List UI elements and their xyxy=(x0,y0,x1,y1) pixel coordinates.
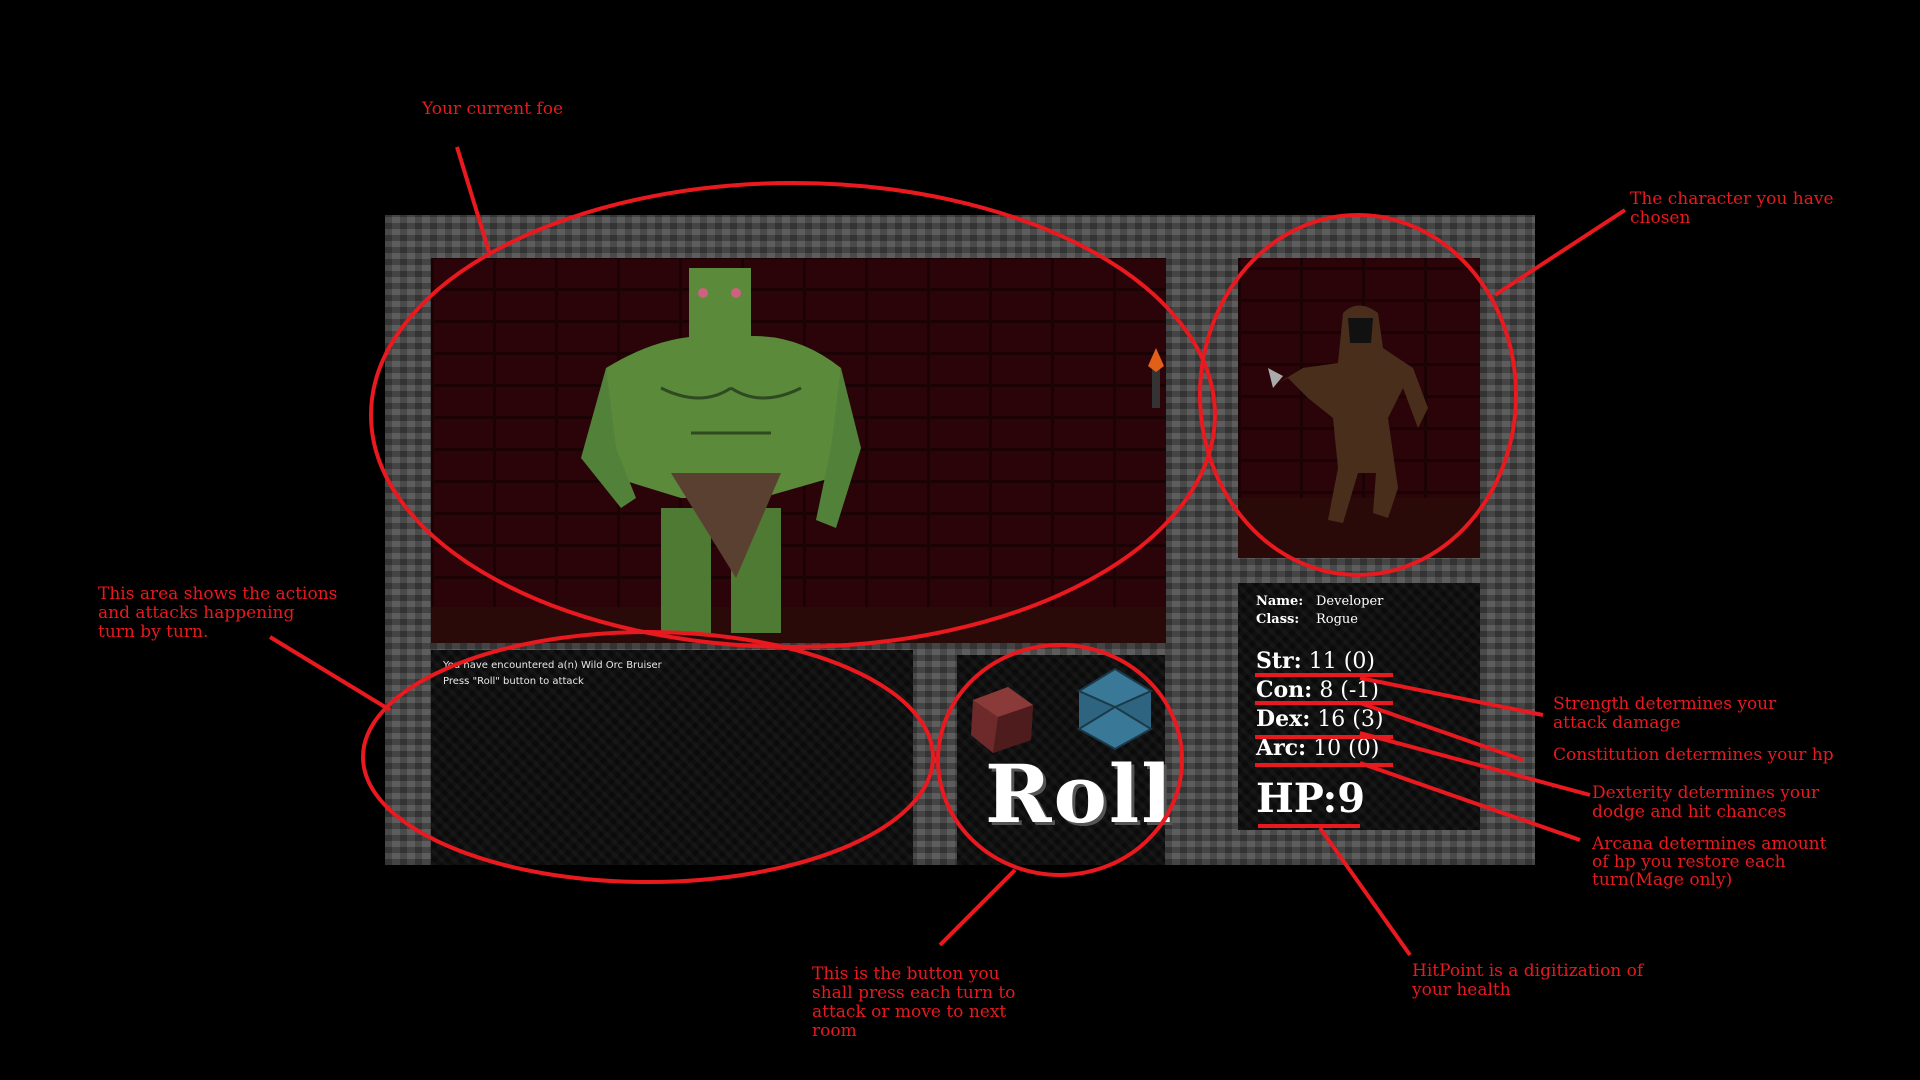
annotation-overlay xyxy=(268,146,1627,957)
hp-annotation: HitPoint is a digitization of your healt… xyxy=(1412,962,1643,1000)
roll-annotation: This is the button you shall press each … xyxy=(812,965,1015,1041)
foe-ellipse xyxy=(369,181,1217,649)
annotation-line: turn by turn. xyxy=(98,622,209,642)
character-annotation: The character you have chosen xyxy=(1630,190,1834,228)
str-annotation: Strength determines your attack damage xyxy=(1553,695,1776,733)
dex-annotation: Dexterity determines your dodge and hit … xyxy=(1592,784,1819,822)
foe-annotation: Your current foe xyxy=(422,99,564,119)
annotation-line: and attacks happening xyxy=(98,603,295,623)
con-annotation: Constitution determines your hp xyxy=(1553,745,1834,765)
str-pointer xyxy=(1359,676,1544,717)
log-pointer xyxy=(268,635,392,712)
annotation-line: Arcana determines amount xyxy=(1592,834,1827,854)
annotation-line: HitPoint is a digitization of xyxy=(1412,961,1644,981)
annotation-line: turn(Mage only) xyxy=(1592,870,1733,890)
roll-ellipse xyxy=(936,643,1184,877)
annotation-line: of hp you restore each xyxy=(1592,852,1786,872)
annotation-line: attack damage xyxy=(1553,713,1681,733)
annotation-line: The character you have xyxy=(1630,189,1834,209)
annotation-line: Strength determines your xyxy=(1553,694,1777,714)
annotation-line: attack or move to next xyxy=(812,1002,1007,1022)
annotation-line: dodge and hit chances xyxy=(1592,802,1787,822)
annotation-line: This area shows the actions xyxy=(98,584,338,604)
character-ellipse xyxy=(1198,213,1518,577)
foe-pointer xyxy=(455,146,492,256)
con-pointer xyxy=(1359,701,1524,762)
annotation-line: room xyxy=(812,1021,857,1041)
annotation-line: shall press each turn to xyxy=(812,983,1016,1003)
hp-pointer xyxy=(1318,826,1412,957)
character-pointer xyxy=(1493,208,1627,297)
annotation-line: This is the button you xyxy=(812,964,1000,984)
arc-annotation: Arcana determines amount of hp you resto… xyxy=(1592,835,1826,889)
log-ellipse xyxy=(361,630,935,884)
annotation-line: chosen xyxy=(1630,208,1691,228)
annotation-line: your health xyxy=(1412,980,1511,1000)
log-annotation: This area shows the actions and attacks … xyxy=(98,585,337,642)
annotation-line: Dexterity determines your xyxy=(1592,783,1820,803)
roll-pointer xyxy=(938,868,1017,947)
arc-pointer xyxy=(1359,761,1581,842)
